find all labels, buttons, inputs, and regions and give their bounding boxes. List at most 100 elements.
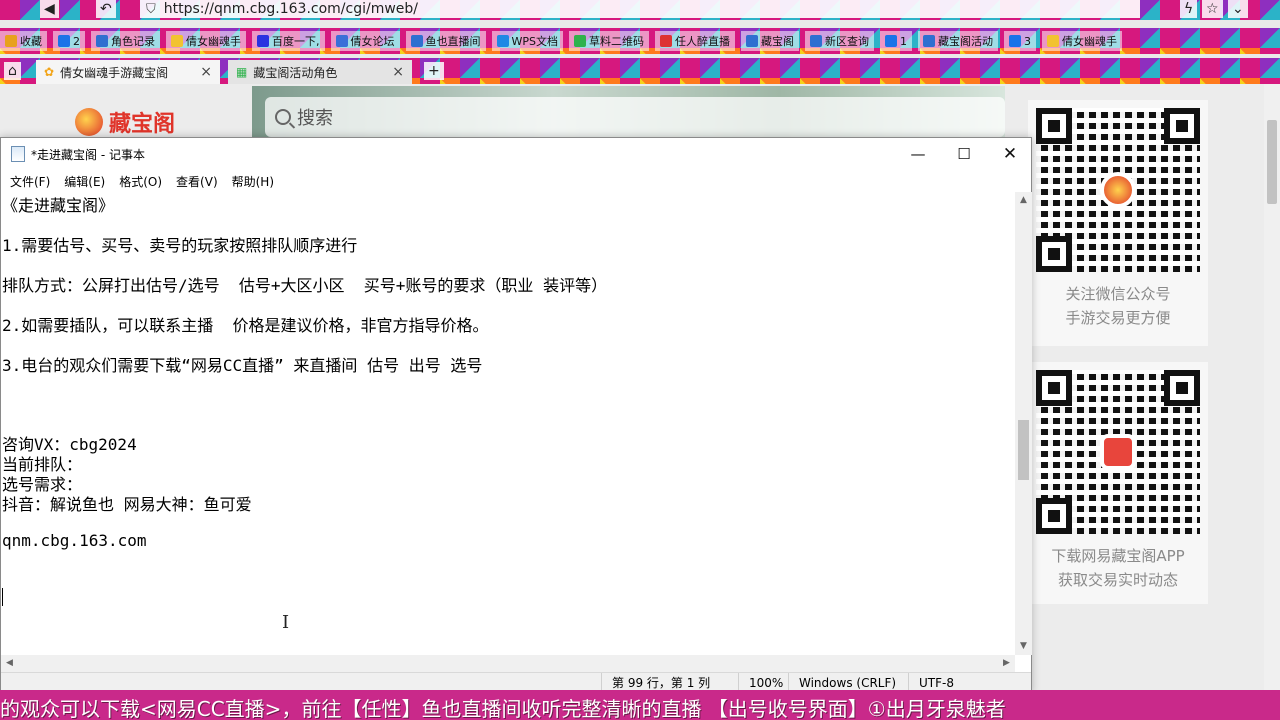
bookmark-icon <box>96 35 108 47</box>
horizontal-scrollbar[interactable]: ◀ ▶ <box>1 655 1015 672</box>
tab-favicon-icon: ▦ <box>236 65 248 79</box>
bookmark-item[interactable]: 收藏 <box>0 31 47 51</box>
bookmark-label: 鱼也直播间 <box>425 35 481 48</box>
qr-caption: 下载网易藏宝阁APP <box>1051 547 1185 565</box>
bookmark-item[interactable]: 百度一下, <box>252 31 325 51</box>
bookmark-label: 百度一下, <box>272 35 320 48</box>
bookmark-label: 任人醉直播 <box>675 35 730 48</box>
star-icon[interactable]: ☆ <box>1202 0 1223 18</box>
close-button[interactable]: ✕ <box>987 138 1033 170</box>
bookmark-label: WPS文档 <box>511 35 559 48</box>
qr-caption: 获取交易实时动态 <box>1057 571 1178 589</box>
bookmark-item[interactable]: 1 <box>880 31 912 51</box>
bookmark-item[interactable]: 藏宝阁活动 <box>918 31 998 51</box>
bookmarks-bar: 收藏 2 角色记录 倩女幽魂手 百度一下, 倩女论坛 鱼也直播间 WPS文档 草料二维码 任人醉直… <box>0 28 1280 54</box>
menu-help[interactable]: 帮助(H) <box>225 173 281 190</box>
ticker-text: 的观众可以下载<网易CC直播>，前往【任性】鱼也直播间收听完整清晰的直播 【出号… <box>0 697 1006 720</box>
bookmark-item[interactable]: WPS文档 <box>491 31 563 51</box>
text-line: 2.如需要插队，可以联系主播 价格是建议价格，非官方指导价格。 <box>2 316 489 335</box>
search-placeholder: 搜索 <box>297 108 333 129</box>
vertical-scrollbar[interactable]: ▲ ▼ <box>1015 192 1032 655</box>
shield-icon: ⛉ <box>146 1 156 17</box>
bookmark-item[interactable]: 任人醉直播 <box>655 31 735 51</box>
bookmark-label: 倩女幽魂手 <box>1062 35 1117 48</box>
bookmark-item[interactable]: 藏宝阁 <box>741 31 799 51</box>
bookmark-item[interactable]: 倩女论坛 <box>330 31 400 51</box>
text-line: 排队方式：公屏打出估号/选号 估号+大区小区 买号+账号的要求（职业 装评等） <box>2 276 608 295</box>
bookmark-label: 草料二维码 <box>589 35 644 48</box>
bookmark-item[interactable]: 角色记录 <box>91 31 160 51</box>
close-tab-icon[interactable]: × <box>200 64 212 80</box>
page-scrollbar[interactable] <box>1264 84 1280 690</box>
wechat-qr-code <box>1036 108 1200 272</box>
text-line: 1.需要估号、买号、卖号的玩家按照排队顺序进行 <box>2 236 358 255</box>
scroll-up-icon[interactable]: ▲ <box>1015 192 1032 209</box>
close-tab-icon[interactable]: × <box>392 64 404 80</box>
treasure-bag-icon <box>75 108 103 136</box>
chevron-down-icon[interactable]: ⌄ <box>1228 0 1248 18</box>
bookmark-item[interactable]: 2 <box>53 31 85 51</box>
menu-bar: 文件(F) 编辑(E) 格式(O) 查看(V) 帮助(H) <box>1 170 1031 192</box>
undo-icon[interactable]: ↶ <box>96 0 116 18</box>
menu-format[interactable]: 格式(O) <box>112 173 169 190</box>
bookmark-icon <box>171 35 183 47</box>
tab-cbg-main[interactable]: ✿ 倩女幽魂手游藏宝阁 × <box>36 60 220 84</box>
maximize-button[interactable]: ☐ <box>941 138 987 170</box>
tab-cbg-activity[interactable]: ▦ 藏宝阁活动角色 × <box>228 60 412 84</box>
back-icon[interactable]: ◀ <box>40 0 59 18</box>
text-editor[interactable]: 《走进藏宝阁》 1.需要估号、买号、卖号的玩家按照排队顺序进行 排队方式：公屏打… <box>1 192 1015 655</box>
scroll-thumb[interactable] <box>1267 120 1277 204</box>
tab-favicon-icon: ✿ <box>44 65 55 79</box>
lightning-icon[interactable]: ϟ <box>1180 0 1198 18</box>
bookmark-icon <box>660 35 672 47</box>
stream-ticker: 的观众可以下载<网易CC直播>，前往【任性】鱼也直播间收听完整清晰的直播 【出号… <box>0 690 1280 720</box>
bookmark-icon <box>1047 35 1059 47</box>
new-tab-icon[interactable]: + <box>424 62 444 80</box>
app-qr-card: 下载网易藏宝阁APP 获取交易实时动态 <box>1028 362 1208 604</box>
cbg-logo[interactable]: 藏宝阁 <box>75 102 215 142</box>
scroll-left-icon[interactable]: ◀ <box>1 655 18 672</box>
bookmark-icon <box>5 35 17 47</box>
address-bar[interactable]: ⛉ https://qnm.cbg.163.com/cgi/mweb/ <box>140 0 1140 18</box>
bookmark-item[interactable]: 草料二维码 <box>569 31 649 51</box>
bookmark-icon <box>257 35 269 47</box>
scroll-down-icon[interactable]: ▼ <box>1015 638 1032 655</box>
menu-view[interactable]: 查看(V) <box>169 173 225 190</box>
scroll-thumb[interactable] <box>1018 420 1029 480</box>
text-line: qnm.cbg.163.com <box>2 531 147 550</box>
bookmark-label: 角色记录 <box>111 35 155 48</box>
minimize-button[interactable]: — <box>895 138 941 170</box>
logo-text: 藏宝阁 <box>109 112 176 137</box>
bookmark-icon <box>885 35 897 47</box>
bookmark-label: 3 <box>1024 34 1031 48</box>
bookmark-icon <box>1009 35 1021 47</box>
text-line: 3.电台的观众们需要下载“网易CC直播” 来直播间 估号 出号 选号 <box>2 356 483 375</box>
bookmark-label: 收藏 <box>20 35 42 48</box>
notepad-titlebar[interactable]: *走进藏宝阁 - 记事本 — ☐ ✕ <box>1 138 1031 170</box>
window-title: *走进藏宝阁 - 记事本 <box>31 147 145 162</box>
qr-caption: 手游交易更方便 <box>1065 309 1171 327</box>
bookmark-icon <box>335 35 348 47</box>
bookmark-label: 藏宝阁 <box>761 35 794 48</box>
tab-label: 倩女幽魂手游藏宝阁 <box>60 65 169 80</box>
bookmark-label: 藏宝阁活动 <box>938 35 993 48</box>
notepad-icon <box>11 146 25 162</box>
menu-file[interactable]: 文件(F) <box>3 173 57 190</box>
bookmark-item[interactable]: 倩女幽魂手 <box>1042 31 1122 51</box>
bookmark-item[interactable]: 鱼也直播间 <box>405 31 486 51</box>
bookmark-icon <box>810 35 822 47</box>
search-input[interactable]: 搜索 <box>265 97 1005 137</box>
scroll-right-icon[interactable]: ▶ <box>998 655 1015 672</box>
bookmark-item[interactable]: 倩女幽魂手 <box>166 31 246 51</box>
text-line: 《走进藏宝阁》 <box>2 196 115 215</box>
tab-bar: ⌂ ✿ 倩女幽魂手游藏宝阁 × ▦ 藏宝阁活动角色 × + <box>0 58 1280 84</box>
bookmark-item[interactable]: 新区查询 <box>805 31 874 51</box>
ibeam-cursor-icon: I <box>282 612 290 633</box>
home-icon[interactable]: ⌂ <box>4 62 21 80</box>
text-caret <box>2 588 3 606</box>
url-text: https://qnm.cbg.163.com/cgi/mweb/ <box>163 1 419 17</box>
bookmark-label: 新区查询 <box>825 35 869 48</box>
menu-edit[interactable]: 编辑(E) <box>57 173 112 190</box>
bookmark-icon <box>574 35 586 47</box>
bookmark-item[interactable]: 3 <box>1004 31 1036 51</box>
